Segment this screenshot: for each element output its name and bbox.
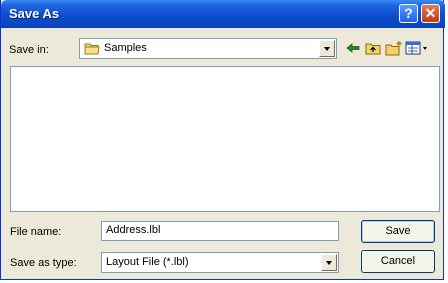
save-as-type-combo[interactable]: Layout File (*.lbl) — [101, 252, 339, 273]
save-in-label: Save in: — [9, 44, 49, 56]
new-folder-icon[interactable] — [385, 40, 403, 59]
file-list-pane[interactable] — [10, 66, 440, 212]
save-as-type-label: Save as type: — [10, 257, 77, 269]
help-button[interactable]: ? — [399, 4, 418, 23]
save-as-type-dropdown-button[interactable] — [321, 254, 337, 271]
up-folder-icon[interactable] — [365, 40, 381, 59]
cancel-button[interactable]: Cancel — [361, 250, 435, 273]
dialog-title: Save As — [9, 6, 60, 21]
save-as-dialog: Save As ? ✕ Save in: Samples File name: … — [0, 0, 445, 280]
save-in-value: Samples — [104, 42, 147, 54]
save-as-type-value: Layout File (*.lbl) — [106, 256, 189, 268]
chevron-down-icon — [324, 47, 330, 51]
file-name-label: File name: — [10, 226, 62, 238]
save-in-dropdown-button[interactable] — [319, 40, 335, 57]
file-name-input[interactable]: Address.lbl — [101, 221, 339, 241]
title-bar[interactable]: Save As ? ✕ — [1, 0, 445, 28]
chevron-down-icon — [326, 261, 332, 265]
save-button[interactable]: Save — [361, 220, 435, 243]
folder-icon — [84, 42, 100, 58]
close-button[interactable]: ✕ — [421, 4, 440, 23]
save-in-combo[interactable]: Samples — [79, 38, 337, 59]
back-arrow-icon[interactable] — [345, 40, 361, 59]
view-menu-icon[interactable] — [405, 40, 429, 59]
